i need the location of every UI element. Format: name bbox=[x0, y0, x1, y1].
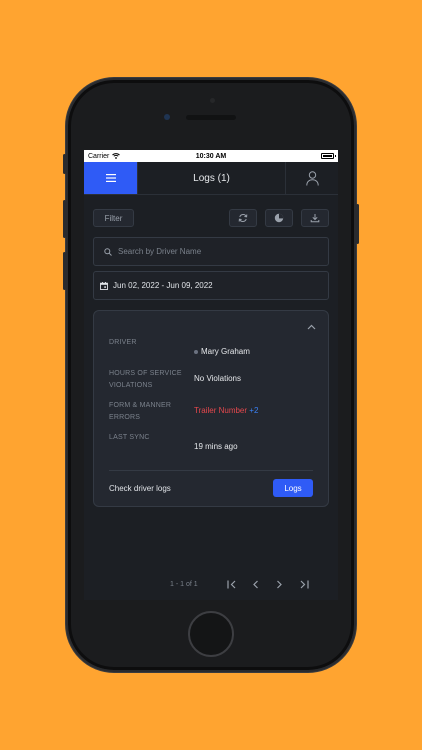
last-page-button[interactable] bbox=[298, 578, 310, 590]
date-range-label: Jun 02, 2022 - Jun 09, 2022 bbox=[113, 281, 213, 290]
form-manner-label-line2: ERRORS bbox=[109, 414, 141, 421]
status-dot-icon bbox=[194, 349, 198, 354]
power-button bbox=[356, 204, 359, 244]
form-error-text: Trailer Number bbox=[194, 406, 248, 415]
refresh-icon bbox=[238, 214, 248, 222]
collapse-button[interactable] bbox=[307, 317, 316, 335]
previous-page-button[interactable] bbox=[250, 578, 262, 590]
volume-down-button bbox=[63, 252, 66, 290]
hos-row: HOURS OF SERVICE VIOLATIONS No Violation… bbox=[109, 368, 316, 392]
last-sync-label: LAST SYNC bbox=[109, 434, 150, 441]
clock: 10:30 AM bbox=[195, 152, 227, 160]
pagination-info: 1 - 1 of 1 bbox=[170, 580, 198, 588]
home-button[interactable] bbox=[188, 611, 234, 657]
last-sync-row: LAST SYNC 19 mins ago bbox=[109, 432, 316, 453]
calendar-icon bbox=[100, 281, 108, 290]
download-icon bbox=[310, 214, 320, 223]
filter-button[interactable]: Filter bbox=[93, 209, 134, 227]
volume-up-button bbox=[63, 200, 66, 238]
card-divider bbox=[109, 470, 313, 471]
battery-icon bbox=[321, 153, 336, 159]
last-sync-value: 19 mins ago bbox=[194, 442, 238, 451]
profile-button[interactable] bbox=[286, 162, 338, 194]
last-page-icon bbox=[300, 580, 309, 588]
pie-chart-icon bbox=[274, 213, 284, 223]
chevron-left-icon bbox=[253, 580, 259, 588]
status-bar: Carrier 10:30 AM bbox=[84, 150, 338, 162]
hos-label-line2: VIOLATIONS bbox=[109, 382, 153, 389]
hos-label: HOURS OF SERVICE VIOLATIONS bbox=[109, 368, 194, 392]
search-field[interactable] bbox=[93, 237, 329, 266]
driver-label: DRIVER bbox=[109, 339, 137, 346]
driver-value: Mary Graham bbox=[194, 346, 250, 358]
check-logs-text: Check driver logs bbox=[109, 483, 171, 493]
driver-log-card: DRIVER Mary Graham HOURS OF SERVICE VIOL… bbox=[93, 310, 329, 507]
form-manner-value: Trailer Number +2 bbox=[194, 405, 258, 424]
app-header: Logs (1) bbox=[84, 162, 338, 195]
first-page-button[interactable] bbox=[226, 578, 238, 590]
chart-button[interactable] bbox=[265, 209, 293, 227]
toolbar: Filter bbox=[84, 195, 338, 227]
mute-switch bbox=[63, 154, 66, 174]
menu-button[interactable] bbox=[84, 162, 137, 194]
next-page-button[interactable] bbox=[274, 578, 286, 590]
form-manner-label: FORM & MANNER ERRORS bbox=[109, 400, 194, 424]
chevron-up-icon bbox=[307, 324, 316, 330]
form-manner-row: FORM & MANNER ERRORS Trailer Number +2 bbox=[109, 400, 316, 424]
pagination: 1 - 1 of 1 bbox=[84, 578, 338, 590]
download-button[interactable] bbox=[301, 209, 329, 227]
form-manner-label-line1: FORM & MANNER bbox=[109, 402, 172, 409]
proximity-sensor bbox=[210, 98, 215, 103]
first-page-icon bbox=[227, 580, 236, 588]
hos-label-line1: HOURS OF SERVICE bbox=[109, 370, 182, 377]
refresh-button[interactable] bbox=[229, 209, 257, 227]
date-range-picker[interactable]: Jun 02, 2022 - Jun 09, 2022 bbox=[93, 271, 329, 300]
app-screen: Carrier 10:30 AM Logs (1) Filter Search … bbox=[84, 150, 338, 600]
form-error-more-link[interactable]: +2 bbox=[249, 406, 258, 415]
hos-value: No Violations bbox=[194, 374, 241, 383]
search-icon bbox=[104, 247, 112, 256]
search-input[interactable] bbox=[118, 247, 298, 256]
driver-name[interactable]: Mary Graham bbox=[201, 347, 250, 356]
logs-button[interactable]: Logs bbox=[273, 479, 313, 497]
card-footer: Check driver logs Logs bbox=[109, 478, 313, 498]
driver-row: DRIVER Mary Graham bbox=[109, 337, 316, 358]
front-camera bbox=[164, 114, 170, 120]
page-title: Logs (1) bbox=[137, 162, 286, 194]
earpiece-speaker bbox=[186, 115, 236, 120]
hamburger-icon bbox=[105, 174, 116, 182]
chevron-right-icon bbox=[277, 580, 282, 588]
user-icon bbox=[305, 170, 319, 186]
